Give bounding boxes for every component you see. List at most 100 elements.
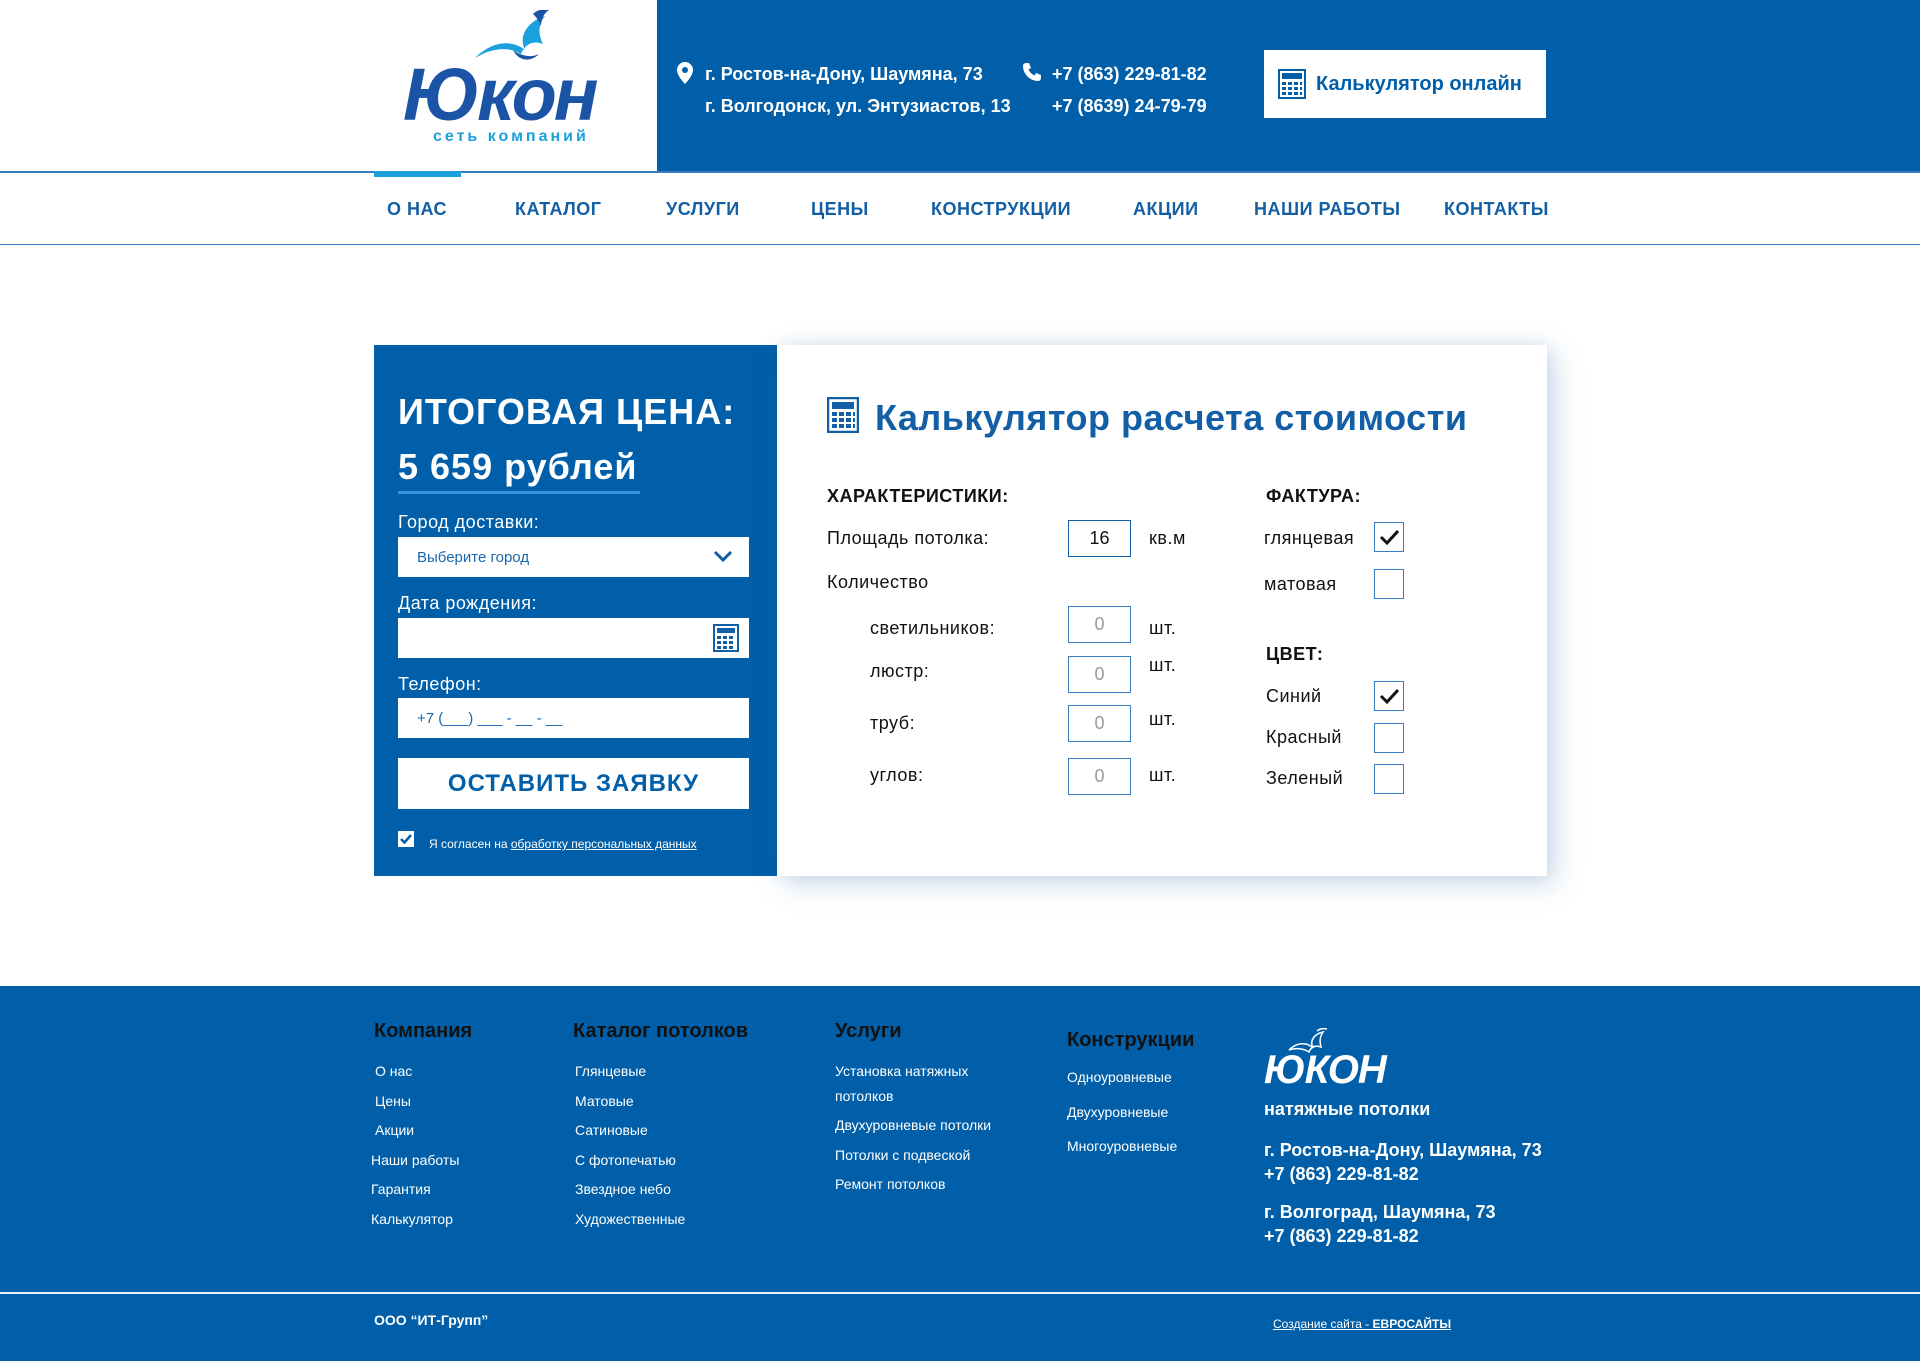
footer-link[interactable]: С фотопечатью [575, 1152, 676, 1168]
fixtures-input[interactable]: 0 [1068, 606, 1131, 643]
calendar-icon[interactable] [713, 624, 739, 652]
credit-brand: ЕВРОСАЙТЫ [1372, 1317, 1452, 1331]
city-select[interactable]: Выберите город [398, 537, 749, 577]
header: Юкон сеть компаний г. Ростов-на-Дону, Ша… [0, 0, 1920, 171]
footer-link[interactable]: Двухуровневые потолки [835, 1117, 991, 1133]
privacy-policy-link[interactable]: обработку персональных данных [511, 837, 697, 851]
characteristics-heading: ХАРАКТЕРИСТИКИ: [827, 486, 1009, 506]
texture-option-label: глянцевая [1264, 528, 1355, 548]
phone-number[interactable]: +7 (863) 229-81-82 [1052, 58, 1207, 90]
submit-request-button[interactable]: ОСТАВИТЬ ЗАЯВКУ [398, 758, 749, 809]
footer-link[interactable]: Акции [375, 1122, 414, 1138]
logo-word: Юкон [403, 53, 599, 136]
chevron-down-icon [713, 550, 733, 563]
nav-item-services[interactable]: УСЛУГИ [666, 173, 740, 245]
footer-company-title: Компания [374, 1020, 473, 1042]
logo[interactable]: Юкон сеть компаний [403, 10, 643, 150]
color-option-label: Красный [1266, 727, 1342, 747]
phone-icon [1023, 63, 1041, 81]
footer-link[interactable]: Гарантия [371, 1181, 431, 1197]
calculator-icon [827, 397, 859, 433]
birth-date-input[interactable] [398, 618, 749, 658]
footer-logo-subtitle: натяжные потолки [1264, 1099, 1431, 1119]
footer-link[interactable]: Наши работы [371, 1152, 459, 1168]
color-heading: ЦВЕТ: [1266, 644, 1324, 664]
calculator-icon [1278, 69, 1306, 99]
area-unit: кв.м [1149, 528, 1186, 548]
footer-link[interactable]: О нас [375, 1063, 412, 1079]
online-calculator-button[interactable]: Калькулятор онлайн [1264, 50, 1546, 118]
check-icon [1379, 529, 1400, 546]
phone-number[interactable]: +7 (8639) 24-79-79 [1052, 90, 1207, 122]
pcs-unit: шт. [1149, 618, 1177, 638]
footer-catalog-title: Каталог потолков [573, 1020, 749, 1042]
nav-item-about[interactable]: О НАС [373, 171, 462, 245]
footer-link[interactable]: Двухуровневые [1067, 1104, 1168, 1120]
map-pin-icon [677, 62, 693, 84]
consent-checkbox[interactable] [398, 831, 414, 847]
footer-address: г. Волгоград, Шаумяна, 73 [1264, 1202, 1496, 1222]
site-credit-link[interactable]: Создание сайта - ЕВРОСАЙТЫ [1273, 1317, 1451, 1331]
color-green-checkbox[interactable] [1374, 764, 1404, 794]
footer-contact-1: г. Ростов-на-Дону, Шаумяна, 73 +7 (863) … [1264, 1138, 1542, 1186]
footer-divider [0, 1292, 1920, 1294]
footer-constructions-title: Конструкции [1067, 1029, 1195, 1051]
footer-link[interactable]: Многоуровневые [1067, 1138, 1177, 1154]
nav-item-constructions[interactable]: КОНСТРУКЦИИ [931, 173, 1071, 245]
fixtures-label: светильников: [870, 618, 996, 638]
nav-item-prices[interactable]: ЦЕНЫ [811, 173, 869, 245]
address-line: г. Ростов-на-Дону, Шаумяна, 73 [705, 64, 983, 84]
footer-link[interactable]: Потолки с подвеской [835, 1147, 970, 1163]
calculator-title: Калькулятор расчета стоимости [875, 397, 1468, 438]
texture-glossy-checkbox[interactable] [1374, 522, 1404, 552]
texture-matte-checkbox[interactable] [1374, 569, 1404, 599]
footer-link[interactable]: Калькулятор [371, 1211, 453, 1227]
footer-link[interactable]: Одноуровневые [1067, 1069, 1172, 1085]
color-blue-checkbox[interactable] [1374, 681, 1404, 711]
credit-text: Создание сайта - [1273, 1317, 1373, 1331]
footer-link[interactable]: Сатиновые [575, 1122, 648, 1138]
phones: +7 (863) 229-81-82 +7 (8639) 24-79-79 [1022, 58, 1207, 122]
footer-link[interactable]: Звездное небо [575, 1181, 671, 1197]
footer-phone[interactable]: +7 (863) 229-81-82 [1264, 1162, 1542, 1186]
footer-contact-2: г. Волгоград, Шаумяна, 73 +7 (863) 229-8… [1264, 1200, 1495, 1248]
texture-heading: ФАКТУРА: [1266, 486, 1361, 506]
order-panel: ИТОГОВАЯ ЦЕНА: 5 659 рублей Город достав… [374, 345, 777, 876]
footer-link[interactable]: потолков [835, 1088, 893, 1104]
footer-link[interactable]: Художественные [575, 1211, 685, 1227]
footer-link[interactable]: Ремонт потолков [835, 1176, 945, 1192]
phone-label: Телефон: [398, 674, 482, 694]
footer-link[interactable]: Цены [375, 1093, 411, 1109]
footer-link[interactable]: Установка натяжных [835, 1063, 968, 1079]
corners-input[interactable]: 0 [1068, 758, 1131, 795]
footer-address: г. Ростов-на-Дону, Шаумяна, 73 [1264, 1140, 1542, 1160]
pcs-unit: шт. [1149, 765, 1177, 785]
nav-item-contacts[interactable]: КОНТАКТЫ [1444, 173, 1549, 245]
logo-subtitle: сеть компаний [433, 128, 589, 145]
calculator-card: Калькулятор расчета стоимости ХАРАКТЕРИС… [777, 345, 1547, 876]
chandeliers-input[interactable]: 0 [1068, 656, 1131, 693]
birth-date-label: Дата рождения: [398, 593, 537, 613]
consent-label: Я согласен на [429, 837, 511, 851]
main-nav: О НАС КАТАЛОГ УСЛУГИ ЦЕНЫ КОНСТРУКЦИИ АК… [0, 171, 1920, 245]
nav-item-catalog[interactable]: КАТАЛОГ [515, 173, 602, 245]
color-option-label: Зеленый [1266, 768, 1344, 788]
pcs-unit: шт. [1149, 655, 1177, 675]
nav-item-promotions[interactable]: АКЦИИ [1133, 173, 1199, 245]
addresses: г. Ростов-на-Дону, Шаумяна, 73 г. Волгод… [677, 58, 1011, 122]
check-icon [1379, 688, 1400, 705]
color-red-checkbox[interactable] [1374, 723, 1404, 753]
footer-link[interactable]: Матовые [575, 1093, 634, 1109]
area-input[interactable]: 16 [1068, 520, 1131, 557]
check-icon [400, 834, 412, 845]
nav-item-our-works[interactable]: НАШИ РАБОТЫ [1254, 173, 1401, 245]
footer-phone[interactable]: +7 (863) 229-81-82 [1264, 1224, 1495, 1248]
pipes-input[interactable]: 0 [1068, 705, 1131, 742]
city-label: Город доставки: [398, 512, 540, 532]
color-option-label: Синий [1266, 686, 1322, 706]
price-underline [398, 491, 640, 494]
consent-text: Я согласен на обработку персональных дан… [429, 837, 697, 851]
phone-input[interactable]: +7 (___) ___ - __ - __ [398, 698, 749, 738]
footer-link[interactable]: Глянцевые [575, 1063, 646, 1079]
logo-area: Юкон сеть компаний [0, 0, 657, 171]
